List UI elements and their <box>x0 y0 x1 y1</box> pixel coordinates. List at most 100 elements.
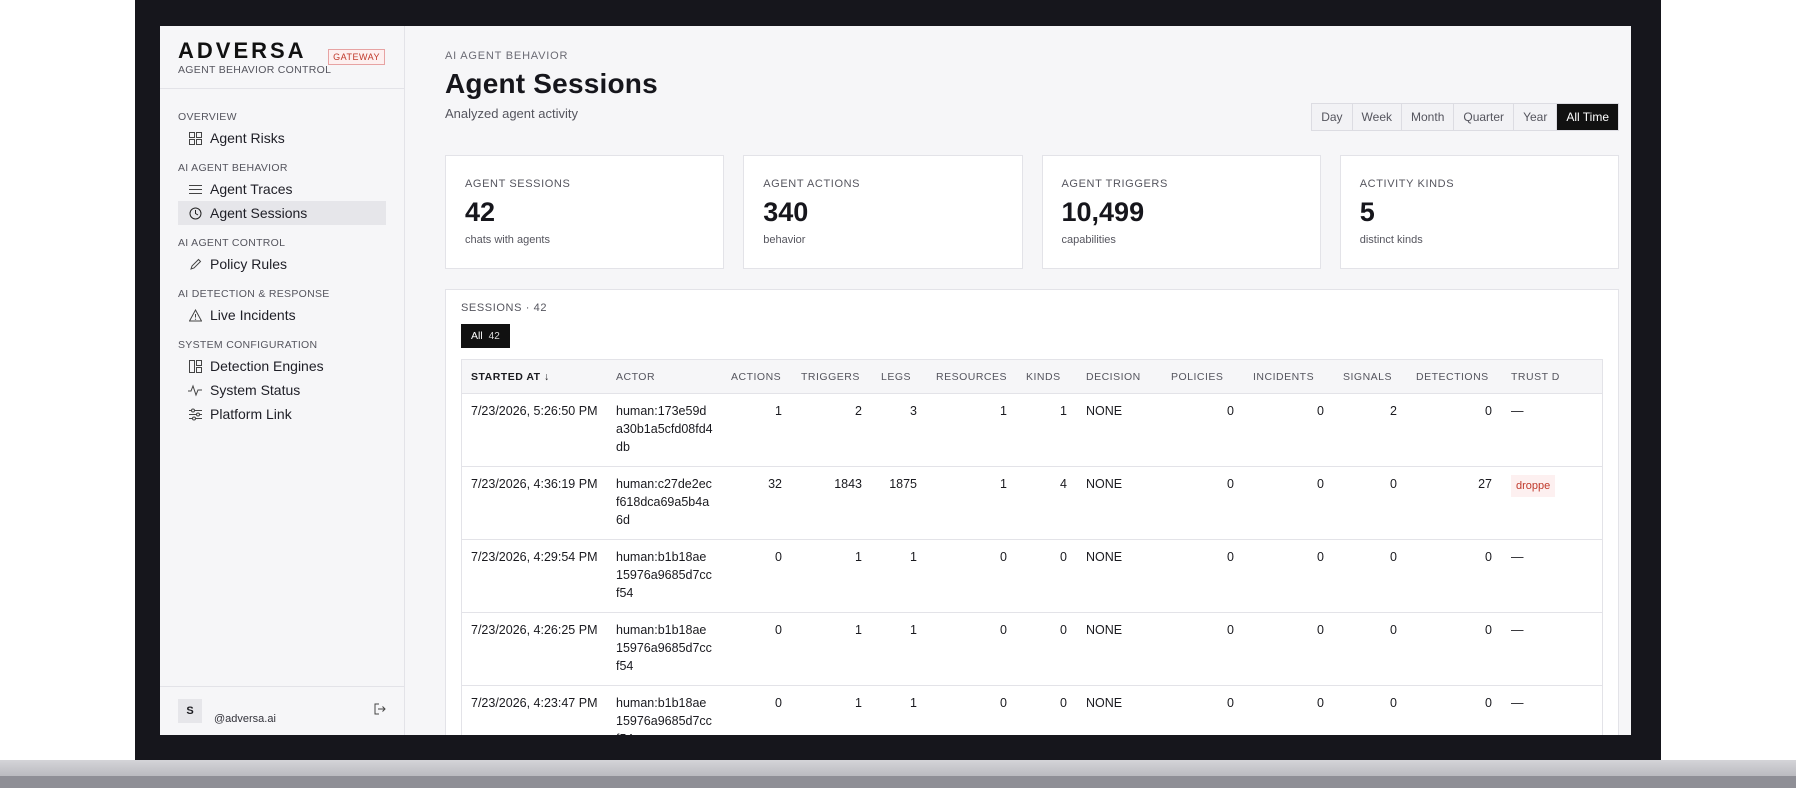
column-header-policies[interactable]: POLICIES <box>1162 360 1244 394</box>
cell-actions: 1 <box>722 393 792 467</box>
column-header-actions[interactable]: ACTIONS <box>722 360 792 394</box>
cell-legs: 1 <box>872 685 927 735</box>
cell-resources: 1 <box>927 393 1017 467</box>
cell-signals: 0 <box>1334 685 1407 735</box>
cell-policies: 0 <box>1162 539 1244 613</box>
cell-actor: human:c27de2ecf618dca69a5b4a6d <box>607 466 722 540</box>
table-row[interactable]: 7/23/2026, 4:26:25 PM human:b1b18ae15976… <box>462 612 1602 686</box>
nav-section-ai-agent-control: AI AGENT CONTROL <box>178 237 286 249</box>
sidebar: ADVERSA AGENT BEHAVIOR CONTROL GATEWAY O… <box>160 26 405 735</box>
range-day-button[interactable]: Day <box>1312 104 1353 130</box>
column-header-started-at[interactable]: STARTED AT ↓ <box>462 360 607 394</box>
logout-icon[interactable] <box>374 703 386 718</box>
range-month-button[interactable]: Month <box>1402 104 1455 130</box>
cell-detections: 0 <box>1407 685 1502 735</box>
filter-all-chip[interactable]: All 42 <box>461 324 510 348</box>
sidebar-item-live-incidents[interactable]: Live Incidents <box>178 303 386 327</box>
stat-description: behavior <box>763 234 806 246</box>
stat-value: 42 <box>465 197 496 227</box>
sessions-panel: SESSIONS · 42 All 42 STARTED AT ↓ ACTOR <box>445 289 1619 735</box>
stat-label: ACTIVITY KINDS <box>1359 178 1455 190</box>
cell-legs: 1 <box>872 612 927 686</box>
sessions-table-container: STARTED AT ↓ ACTOR ACTIONS TRIGGERS LEGS… <box>461 359 1603 735</box>
cell-triggers: 1 <box>792 539 872 613</box>
engine-icon <box>188 359 202 373</box>
column-header-resources[interactable]: RESOURCES <box>927 360 1017 394</box>
column-header-legs[interactable]: LEGS <box>872 360 927 394</box>
cell-signals: 0 <box>1334 539 1407 613</box>
column-header-signals[interactable]: SIGNALS <box>1334 360 1407 394</box>
stat-label: AGENT TRIGGERS <box>1061 178 1168 190</box>
cell-trust: — <box>1502 612 1602 686</box>
cell-policies: 0 <box>1162 393 1244 467</box>
cell-detections: 27 <box>1407 466 1502 540</box>
cell-legs: 3 <box>872 393 927 467</box>
column-header-triggers[interactable]: TRIGGERS <box>792 360 872 394</box>
cell-kinds: 0 <box>1017 539 1077 613</box>
cell-actions: 0 <box>722 685 792 735</box>
cell-kinds: 0 <box>1017 612 1077 686</box>
stat-description: chats with agents <box>465 234 550 246</box>
range-year-button[interactable]: Year <box>1514 104 1558 130</box>
column-header-incidents[interactable]: INCIDENTS <box>1244 360 1334 394</box>
chip-count: 42 <box>488 330 500 342</box>
cell-kinds: 4 <box>1017 466 1077 540</box>
user-email: @adversa.ai <box>214 713 276 725</box>
sidebar-item-policy-rules[interactable]: Policy Rules <box>178 252 386 276</box>
cell-decision: NONE <box>1077 393 1162 467</box>
table-row[interactable]: 7/23/2026, 4:23:47 PM human:b1b18ae15976… <box>462 685 1602 735</box>
cell-incidents: 0 <box>1244 612 1334 686</box>
sessions-table: STARTED AT ↓ ACTOR ACTIONS TRIGGERS LEGS… <box>462 360 1602 735</box>
stat-label: AGENT ACTIONS <box>763 178 861 190</box>
nav-section-ai-detection-response: AI DETECTION & RESPONSE <box>178 288 330 300</box>
sidebar-item-label: System Status <box>210 382 301 398</box>
sidebar-item-system-status[interactable]: System Status <box>178 378 386 402</box>
column-header-detections[interactable]: DETECTIONS <box>1407 360 1502 394</box>
avatar[interactable]: S <box>178 699 202 723</box>
sidebar-item-label: Agent Traces <box>210 181 293 197</box>
table-header-row: STARTED AT ↓ ACTOR ACTIONS TRIGGERS LEGS… <box>462 360 1602 394</box>
cell-signals: 2 <box>1334 393 1407 467</box>
stat-value: 340 <box>763 197 809 227</box>
cell-detections: 0 <box>1407 539 1502 613</box>
range-all-time-button[interactable]: All Time <box>1557 104 1618 130</box>
sidebar-item-agent-traces[interactable]: Agent Traces <box>178 177 386 201</box>
table-row[interactable]: 7/23/2026, 4:29:54 PM human:b1b18ae15976… <box>462 539 1602 613</box>
cell-signals: 0 <box>1334 466 1407 540</box>
cell-kinds: 0 <box>1017 685 1077 735</box>
cell-policies: 0 <box>1162 612 1244 686</box>
sidebar-item-label: Policy Rules <box>210 256 288 272</box>
cell-resources: 0 <box>927 539 1017 613</box>
cell-actions: 0 <box>722 612 792 686</box>
column-header-actor[interactable]: ACTOR <box>607 360 722 394</box>
cell-actor: human:b1b18ae15976a9685d7ccf54 <box>607 612 722 686</box>
sidebar-item-platform-link[interactable]: Platform Link <box>178 402 386 426</box>
stat-value: 10,499 <box>1061 197 1145 227</box>
stat-card-activity-kinds: ACTIVITY KINDS 5 distinct kinds <box>1339 155 1619 269</box>
cell-policies: 0 <box>1162 466 1244 540</box>
range-week-button[interactable]: Week <box>1353 104 1403 130</box>
trust-status-badge: droppe <box>1511 475 1556 497</box>
column-header-trust[interactable]: TRUST D <box>1502 360 1602 394</box>
cell-actor: human:173e59da30b1a5cfd08fd4db <box>607 393 722 467</box>
cell-started-at: 7/23/2026, 4:26:25 PM <box>462 612 607 686</box>
sidebar-item-detection-engines[interactable]: Detection Engines <box>178 354 386 378</box>
table-row[interactable]: 7/23/2026, 4:36:19 PM human:c27de2ecf618… <box>462 466 1602 540</box>
stat-description: capabilities <box>1061 234 1116 246</box>
pencil-icon <box>188 257 202 271</box>
column-header-kinds[interactable]: KINDS <box>1017 360 1077 394</box>
table-row[interactable]: 7/23/2026, 5:26:50 PM human:173e59da30b1… <box>462 393 1602 467</box>
cell-triggers: 2 <box>792 393 872 467</box>
sidebar-item-label: Detection Engines <box>210 358 324 374</box>
list-icon <box>188 182 202 196</box>
stat-value: 5 <box>1359 197 1375 227</box>
stat-card-agent-actions: AGENT ACTIONS 340 behavior <box>743 155 1023 269</box>
cell-actions: 0 <box>722 539 792 613</box>
cell-decision: NONE <box>1077 685 1162 735</box>
warning-icon <box>188 308 202 322</box>
stat-description: distinct kinds <box>1359 234 1423 246</box>
column-header-decision[interactable]: DECISION <box>1077 360 1162 394</box>
range-quarter-button[interactable]: Quarter <box>1454 104 1515 130</box>
sidebar-item-agent-risks[interactable]: Agent Risks <box>178 126 386 150</box>
sidebar-item-agent-sessions[interactable]: Agent Sessions <box>178 201 386 225</box>
